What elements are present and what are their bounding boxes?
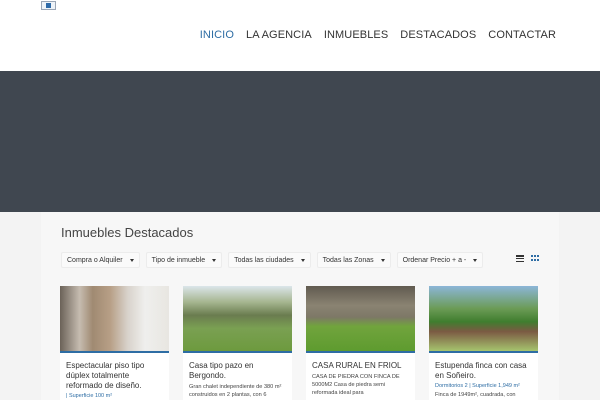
chevron-down-icon — [212, 258, 217, 262]
listing-description: Finca de 1949m², cuadrada, con — [435, 392, 516, 398]
filter-property-type[interactable]: Tipo de inmueble — [145, 252, 223, 268]
listing-description: CASA DE PIEDRA CON FINCA DE 5000M2 Casa … — [312, 374, 400, 396]
listing-title[interactable]: Casa tipo pazo en Bergondo. — [183, 353, 292, 381]
filter-sort[interactable]: Ordenar Precio + a - — [396, 252, 484, 268]
listing-card[interactable]: Espectacular piso tipo dúplex totalmente… — [60, 286, 169, 400]
filter-operation-label: Compra o Alquiler — [67, 256, 123, 264]
filter-city-label: Todas las ciudades — [234, 256, 294, 264]
listing-photo[interactable] — [306, 286, 415, 353]
filter-bar: Compra o Alquiler Tipo de inmueble Todas… — [61, 252, 484, 268]
listing-card[interactable]: Estupenda finca con casa en Soñeiro. Dor… — [429, 286, 538, 400]
nav-destacados[interactable]: DESTACADOS — [400, 29, 476, 41]
view-toggle — [516, 255, 539, 262]
chevron-down-icon — [129, 258, 134, 262]
listing-card[interactable]: CASA RURAL EN FRIOL CASA DE PIEDRA CON F… — [306, 286, 415, 400]
chevron-down-icon — [300, 258, 305, 262]
nav-la-agencia[interactable]: LA AGENCIA — [246, 29, 312, 41]
listing-description: Gran chalet independiente de 380 m² cons… — [189, 384, 282, 398]
nav-contactar[interactable]: CONTACTAR — [488, 29, 556, 41]
list-view-icon[interactable] — [516, 255, 524, 262]
listing-title[interactable]: Espectacular piso tipo dúplex totalmente… — [60, 353, 169, 391]
filter-city[interactable]: Todas las ciudades — [228, 252, 311, 268]
grid-view-icon[interactable] — [531, 255, 539, 262]
filter-zone[interactable]: Todas las Zonas — [316, 252, 391, 268]
header: INICIO LA AGENCIA INMUEBLES DESTACADOS C… — [0, 0, 600, 71]
filter-sort-label: Ordenar Precio + a - — [402, 256, 467, 264]
chevron-down-icon — [380, 258, 385, 262]
listing-meta: | Superficie 100 m² — [66, 393, 113, 399]
main-nav: INICIO LA AGENCIA INMUEBLES DESTACADOS C… — [200, 29, 556, 41]
nav-inmuebles[interactable]: INMUEBLES — [324, 29, 388, 41]
listing-title[interactable]: Estupenda finca con casa en Soñeiro. — [429, 353, 538, 381]
listing-meta: Dormitorios 2 | Superficie 1,949 m² — [435, 383, 520, 389]
listing-title[interactable]: CASA RURAL EN FRIOL — [306, 353, 415, 371]
filter-operation[interactable]: Compra o Alquiler — [61, 252, 140, 268]
listing-photo[interactable] — [60, 286, 169, 353]
listing-photo[interactable] — [429, 286, 538, 353]
listing-card[interactable]: Casa tipo pazo en Bergondo. Gran chalet … — [183, 286, 292, 400]
hero-banner — [0, 71, 600, 212]
section-title: Inmuebles Destacados — [61, 225, 194, 240]
site-logo[interactable] — [41, 1, 56, 10]
filter-property-type-label: Tipo de inmueble — [151, 256, 206, 264]
nav-inicio[interactable]: INICIO — [200, 29, 234, 41]
listing-photo[interactable] — [183, 286, 292, 353]
filter-zone-label: Todas las Zonas — [322, 256, 374, 264]
listing-grid: Espectacular piso tipo dúplex totalmente… — [60, 286, 538, 400]
featured-section: Inmuebles Destacados Compra o Alquiler T… — [41, 212, 559, 400]
chevron-down-icon — [473, 258, 478, 262]
